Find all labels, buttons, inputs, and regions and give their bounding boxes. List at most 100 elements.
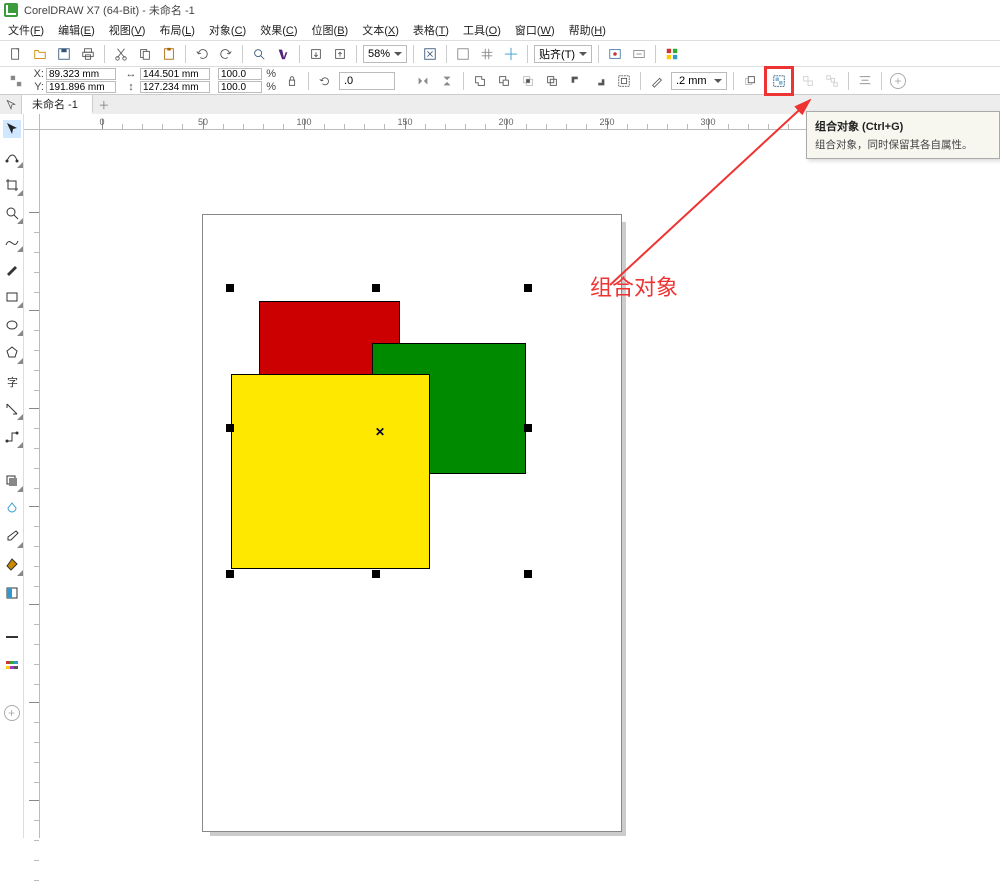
- polygon-tool[interactable]: [3, 344, 21, 362]
- selection-handle[interactable]: [372, 284, 380, 292]
- mirror-h-button[interactable]: [413, 71, 433, 91]
- menu-help[interactable]: 帮助(H): [563, 20, 612, 40]
- menu-text[interactable]: 文本(X): [356, 20, 405, 40]
- rectangle-tool[interactable]: [3, 288, 21, 306]
- selection-handle[interactable]: [372, 570, 380, 578]
- selection-handle[interactable]: [226, 570, 234, 578]
- pick-tab-tool-icon[interactable]: [0, 95, 22, 114]
- rotate-input[interactable]: [339, 72, 395, 90]
- menu-tools[interactable]: 工具(O): [457, 20, 507, 40]
- launch-button[interactable]: [629, 44, 649, 64]
- scale-y-input[interactable]: [218, 81, 262, 93]
- menu-effects[interactable]: 效果(C): [254, 20, 303, 40]
- separator: [733, 72, 734, 90]
- interactive-fill-tool[interactable]: [3, 556, 21, 574]
- shape-tool[interactable]: [3, 148, 21, 166]
- add-tool-button[interactable]: +: [888, 71, 908, 91]
- height-input[interactable]: [140, 81, 210, 93]
- weld-button[interactable]: [470, 71, 490, 91]
- document-tab[interactable]: 未命名 -1: [22, 95, 93, 114]
- drop-shadow-tool[interactable]: [3, 472, 21, 490]
- eyedropper-tool[interactable]: [3, 528, 21, 546]
- ungroup-button[interactable]: [798, 71, 818, 91]
- object-position-icon: [6, 71, 26, 91]
- snap-dropdown[interactable]: 贴齐(T): [534, 45, 592, 63]
- artistic-media-tool[interactable]: [3, 260, 21, 278]
- print-button[interactable]: [78, 44, 98, 64]
- front-minus-back-button[interactable]: [566, 71, 586, 91]
- new-button[interactable]: [6, 44, 26, 64]
- text-tool[interactable]: 字: [3, 372, 21, 390]
- new-document-tab[interactable]: ＋: [93, 95, 115, 114]
- show-grid-button[interactable]: [477, 44, 497, 64]
- paste-button[interactable]: [159, 44, 179, 64]
- connector-tool[interactable]: [3, 428, 21, 446]
- pick-tool[interactable]: [3, 120, 21, 138]
- search-button[interactable]: [249, 44, 269, 64]
- intersect-button[interactable]: [518, 71, 538, 91]
- show-rulers-button[interactable]: [453, 44, 473, 64]
- align-button[interactable]: [855, 71, 875, 91]
- lock-ratio-button[interactable]: [282, 71, 302, 91]
- menu-file[interactable]: 文件(F): [2, 20, 50, 40]
- yellow-rectangle[interactable]: [231, 374, 430, 569]
- zoom-dropdown[interactable]: 58%: [363, 45, 407, 63]
- menu-table[interactable]: 表格(T): [407, 20, 455, 40]
- window-title: CorelDRAW X7 (64-Bit) - 未命名 -1: [24, 2, 195, 18]
- transparency-tool[interactable]: [3, 500, 21, 518]
- redo-button[interactable]: [216, 44, 236, 64]
- selection-handle[interactable]: [524, 570, 532, 578]
- publish-button[interactable]: [330, 44, 350, 64]
- crop-tool[interactable]: [3, 176, 21, 194]
- menu-layout[interactable]: 布局(L): [153, 20, 200, 40]
- to-front-button[interactable]: [740, 71, 760, 91]
- scale-x-input[interactable]: [218, 68, 262, 80]
- show-guides-button[interactable]: [501, 44, 521, 64]
- separator: [881, 72, 882, 90]
- copy-button[interactable]: [135, 44, 155, 64]
- options-button[interactable]: [605, 44, 625, 64]
- menu-bitmap[interactable]: 位图(B): [306, 20, 355, 40]
- parallel-dimension-tool[interactable]: [3, 400, 21, 418]
- import-button[interactable]: [273, 44, 293, 64]
- menu-object[interactable]: 对象(C): [203, 20, 252, 40]
- undo-button[interactable]: [192, 44, 212, 64]
- zoom-tool[interactable]: [3, 204, 21, 222]
- selection-handle[interactable]: [226, 424, 234, 432]
- back-minus-front-button[interactable]: [590, 71, 610, 91]
- group-button[interactable]: [769, 71, 789, 91]
- canvas[interactable]: ✕: [40, 130, 1000, 838]
- smart-fill-tool[interactable]: [3, 584, 21, 602]
- menu-bar: 文件(F) 编辑(E) 视图(V) 布局(L) 对象(C) 效果(C) 位图(B…: [0, 20, 1000, 40]
- freehand-tool[interactable]: [3, 232, 21, 250]
- selection-handle[interactable]: [524, 424, 532, 432]
- outline-flyout[interactable]: [3, 628, 21, 646]
- vertical-ruler[interactable]: [24, 130, 40, 838]
- ellipse-tool[interactable]: [3, 316, 21, 334]
- menu-view[interactable]: 视图(V): [103, 20, 152, 40]
- save-button[interactable]: [54, 44, 74, 64]
- app-launcher-button[interactable]: [662, 44, 682, 64]
- width-input[interactable]: [140, 68, 210, 80]
- selection-handle[interactable]: [524, 284, 532, 292]
- ungroup-all-button[interactable]: [822, 71, 842, 91]
- menu-edit[interactable]: 编辑(E): [52, 20, 101, 40]
- menu-window[interactable]: 窗口(W): [509, 20, 561, 40]
- add-tool[interactable]: +: [3, 704, 21, 722]
- open-button[interactable]: [30, 44, 50, 64]
- fill-flyout[interactable]: [3, 656, 21, 674]
- ruler-origin[interactable]: [24, 114, 40, 130]
- mirror-v-button[interactable]: [437, 71, 457, 91]
- scale-inputs: % %: [216, 68, 278, 93]
- boundary-button[interactable]: [614, 71, 634, 91]
- simplify-button[interactable]: [542, 71, 562, 91]
- cut-button[interactable]: [111, 44, 131, 64]
- fullscreen-button[interactable]: [420, 44, 440, 64]
- y-input[interactable]: [46, 81, 116, 93]
- trim-button[interactable]: [494, 71, 514, 91]
- x-input[interactable]: [46, 68, 116, 80]
- pct-label: %: [264, 81, 276, 93]
- outline-width-dropdown[interactable]: .2 mm: [671, 72, 727, 90]
- export-button[interactable]: [306, 44, 326, 64]
- selection-handle[interactable]: [226, 284, 234, 292]
